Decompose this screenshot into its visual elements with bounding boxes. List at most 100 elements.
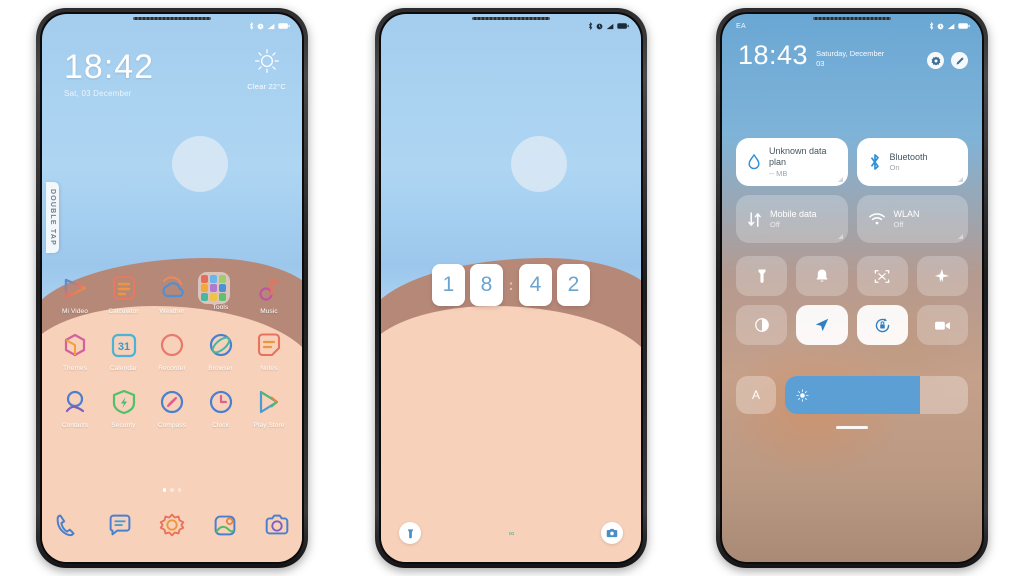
themes-icon <box>59 329 91 361</box>
app-label: Music <box>260 308 278 315</box>
app-clock[interactable]: Clock <box>198 386 244 429</box>
toggle-screen-recorder[interactable] <box>916 305 968 345</box>
calendar-icon: 31 <box>108 329 140 361</box>
battery-icon <box>278 23 290 29</box>
battery-icon <box>617 23 629 29</box>
app-label: Compass <box>157 422 187 429</box>
double-tap-tab[interactable]: DOUBLE TAP <box>46 182 59 253</box>
sun-disc <box>511 136 567 192</box>
brightness-sun-icon <box>796 388 809 402</box>
page-dot-2[interactable] <box>170 488 174 492</box>
auto-brightness-button[interactable]: A <box>736 376 776 414</box>
bluetooth-icon <box>929 22 934 30</box>
app-label: Play Store <box>253 422 285 429</box>
toggle-ringer[interactable] <box>796 256 848 296</box>
edit-button[interactable] <box>951 52 968 69</box>
page-dot-1[interactable] <box>162 488 167 492</box>
bluetooth-icon <box>870 154 879 170</box>
app-music[interactable]: Music <box>246 272 292 315</box>
tile-labels: Unknown data plan -- MB <box>769 146 836 178</box>
panel-drag-handle[interactable] <box>836 426 868 429</box>
toggle-auto-rotate[interactable] <box>856 305 908 345</box>
battery-icon <box>958 23 970 29</box>
app-weather[interactable]: Weather <box>149 272 195 315</box>
tile-bluetooth[interactable]: Bluetooth On <box>856 138 968 186</box>
page-dot-3[interactable] <box>177 488 182 492</box>
unlock-hint: ∞ <box>508 528 515 538</box>
sun-icon <box>254 49 279 73</box>
clock-digit-hour-tens: 1 <box>432 264 465 306</box>
home-clock-time: 18:42 <box>64 48 155 86</box>
tile-data-plan[interactable]: Unknown data plan -- MB <box>736 138 848 186</box>
wifi-icon <box>868 213 885 225</box>
tile-labels: Bluetooth On <box>890 152 928 173</box>
tile-title: Unknown data plan <box>769 146 827 168</box>
signal-icon <box>947 23 955 29</box>
phone-lock-screen: 1 8 : 4 2 ∞ <box>375 8 647 568</box>
svg-text:31: 31 <box>117 341 129 353</box>
weather-widget[interactable]: Clear 22°C <box>247 48 286 91</box>
earpiece-speaker <box>133 17 211 20</box>
app-calendar[interactable]: 31 Calendar <box>101 329 147 372</box>
dock-messages-icon[interactable] <box>105 510 135 540</box>
dock-gallery-icon[interactable] <box>210 510 240 540</box>
alarm-icon <box>937 23 944 29</box>
dock <box>52 510 292 540</box>
app-notes[interactable]: Notes <box>246 329 292 372</box>
app-browser[interactable]: Browser <box>198 329 244 372</box>
home-clock-date: Sat, 03 December <box>64 89 132 98</box>
edit-pencil-icon <box>956 56 964 64</box>
dock-camera-icon[interactable] <box>262 510 292 540</box>
app-label: Security <box>111 422 136 429</box>
status-icons <box>249 22 290 30</box>
toggle-flashlight[interactable] <box>736 256 788 296</box>
gear-icon <box>931 56 940 65</box>
toggle-airplane-mode[interactable] <box>916 256 968 296</box>
flashlight-shortcut-button[interactable] <box>399 522 421 544</box>
earpiece-speaker <box>472 17 550 20</box>
toggle-screenshot[interactable] <box>856 256 908 296</box>
dark-mode-icon <box>754 318 769 332</box>
tile-sub: -- MB <box>769 168 788 178</box>
app-label: Calculator <box>108 308 139 315</box>
tile-expand-corner[interactable] <box>837 234 843 239</box>
app-compass[interactable]: Compass <box>149 386 195 429</box>
app-row: Mi Video Calculator Weather Tools Music <box>52 272 292 315</box>
dock-settings-gear-icon[interactable] <box>157 510 187 540</box>
camera-shortcut-button[interactable] <box>600 522 623 544</box>
tile-wlan[interactable]: WLAN Off <box>856 195 968 243</box>
brightness-row: A <box>736 376 968 414</box>
tile-mobile-data[interactable]: Mobile data Off <box>736 195 848 243</box>
toggle-dark-mode[interactable] <box>736 305 788 345</box>
app-calculator[interactable]: Calculator <box>101 272 147 315</box>
screenshot-icon <box>874 269 890 283</box>
dock-phone-icon[interactable] <box>52 510 82 540</box>
phone2-bezel: 1 8 : 4 2 ∞ <box>379 12 643 564</box>
toggle-location[interactable] <box>796 305 848 345</box>
app-security[interactable]: Security <box>101 386 147 429</box>
brightness-slider[interactable] <box>785 376 968 414</box>
app-recorder[interactable]: Recorder <box>149 329 195 372</box>
app-contacts[interactable]: Contacts <box>52 386 98 429</box>
phone-home-screen: 18:42 Sat, 03 December Clear 22°C DOUBLE… <box>36 8 308 568</box>
app-tools-folder[interactable]: Tools <box>197 272 244 315</box>
tile-title: Mobile data <box>770 208 817 219</box>
settings-button[interactable] <box>927 52 944 69</box>
phone2-screen: 1 8 : 4 2 ∞ <box>381 14 641 562</box>
home-clock-widget[interactable]: 18:42 Sat, 03 December <box>64 50 154 98</box>
app-label: Notes <box>260 365 278 372</box>
app-row: Contacts Security Compass Clock Play Sto… <box>52 386 292 429</box>
phone1-screen: 18:42 Sat, 03 December Clear 22°C DOUBLE… <box>42 14 302 562</box>
app-themes[interactable]: Themes <box>52 329 98 372</box>
contacts-icon <box>59 386 91 418</box>
tile-expand-corner[interactable] <box>958 177 963 182</box>
app-mi-video[interactable]: Mi Video <box>52 272 98 315</box>
tile-expand-corner[interactable] <box>837 177 843 182</box>
app-label: Mi Video <box>62 308 88 315</box>
tile-sub: Off <box>893 219 904 229</box>
security-icon <box>108 386 140 418</box>
flashlight-icon <box>758 269 766 283</box>
lock-card-clock[interactable]: 1 8 : 4 2 <box>381 264 641 306</box>
app-play-store[interactable]: Play Store <box>246 386 292 429</box>
tile-expand-corner[interactable] <box>958 234 963 239</box>
